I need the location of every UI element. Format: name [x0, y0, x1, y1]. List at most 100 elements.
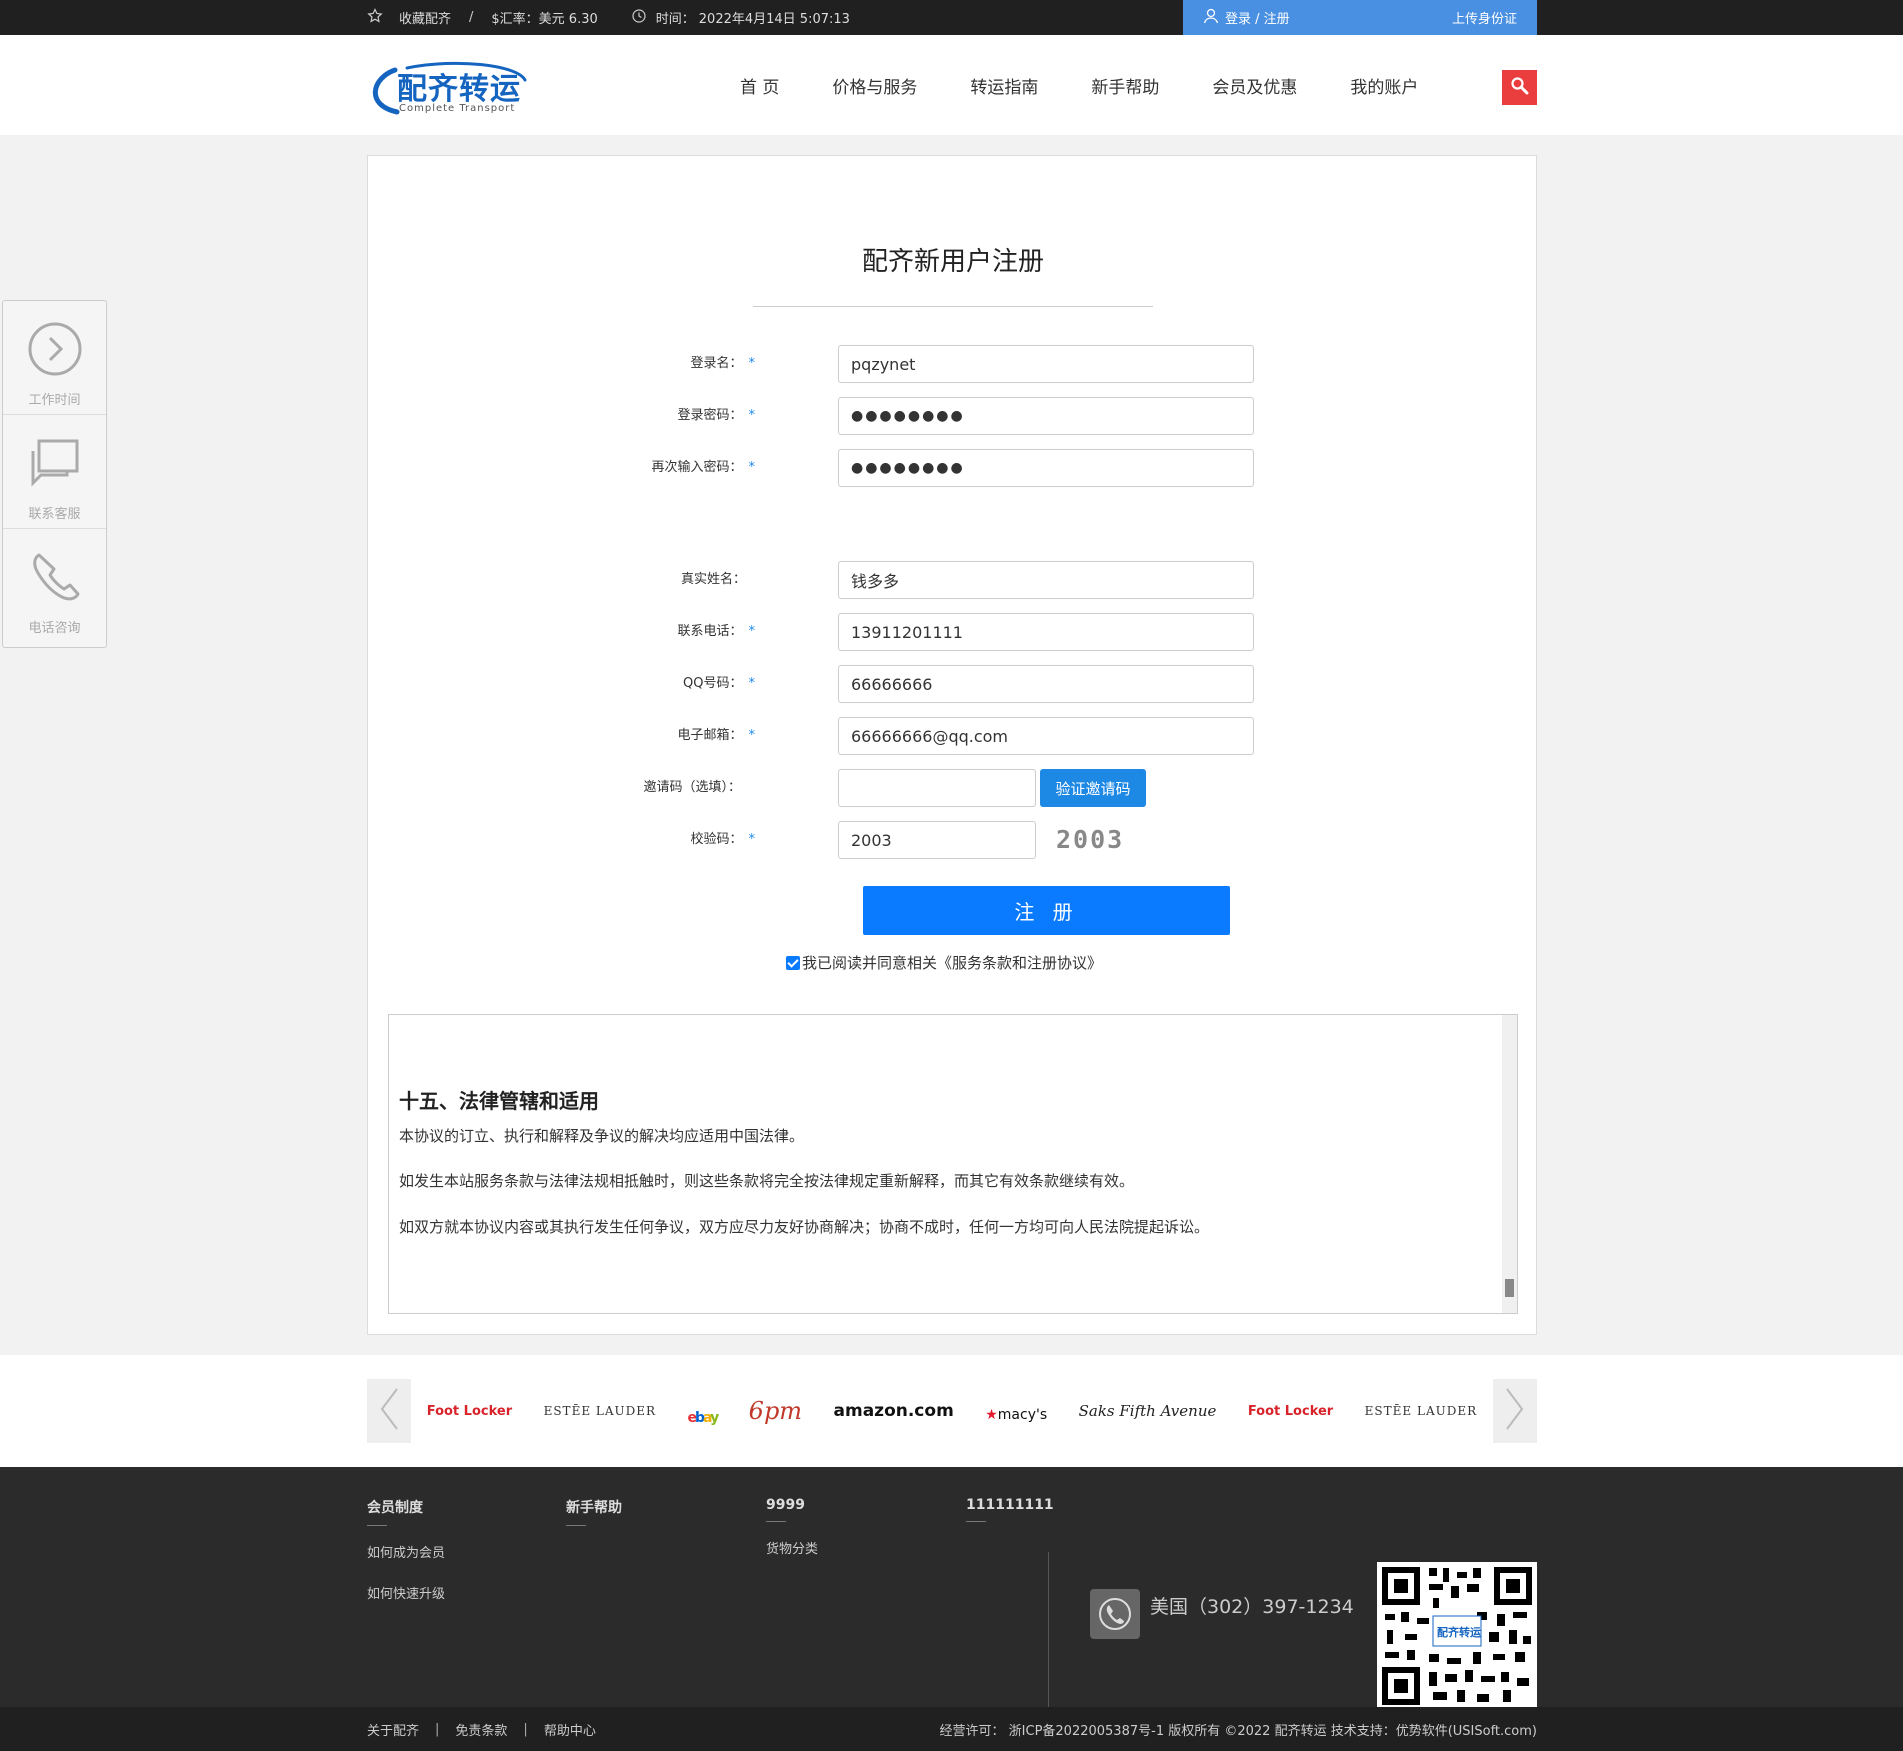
- password-input[interactable]: ●●●●●●●●: [838, 397, 1254, 435]
- email-input[interactable]: 66666666@qq.com: [838, 717, 1254, 755]
- field-label: 真实姓名：: [680, 572, 746, 587]
- captcha-image[interactable]: 2003: [1056, 825, 1124, 854]
- brand-logo[interactable]: Foot Locker: [1248, 1404, 1333, 1419]
- side-float-panel: 工作时间 联系客服 电话咨询: [2, 300, 107, 648]
- field-row-realname: 真实姓名： 钱多多: [368, 561, 1538, 599]
- field-row-username: 登录名： * pqzynet: [368, 345, 1538, 383]
- nav-account[interactable]: 我的账户: [1350, 73, 1418, 98]
- scrollbar-thumb[interactable]: [1505, 1279, 1514, 1297]
- realname-input[interactable]: 钱多多: [838, 561, 1254, 599]
- footer-col: 新手帮助: [566, 1497, 622, 1542]
- brand-carousel: Foot Locker ESTĒE LAUDER ebay 6pm amazon…: [0, 1355, 1903, 1467]
- field-label: 登录密码： *: [677, 408, 755, 423]
- terms-textarea[interactable]: 十五、法律管辖和适用 本协议的订立、执行和解释及争议的解决均应适用中国法律。 如…: [388, 1014, 1518, 1314]
- footer-link-about[interactable]: 关于配齐: [367, 1720, 419, 1739]
- brand-logo[interactable]: amazon.com: [834, 1401, 954, 1421]
- field-row-invite: 邀请码（选填）： 验证邀请码: [368, 769, 1538, 807]
- login-register-link[interactable]: 登录 / 注册: [1203, 8, 1290, 28]
- qr-logo-text: 配齐转运: [1437, 1626, 1481, 1639]
- footer-col: 9999 货物分类: [766, 1497, 818, 1579]
- star-icon[interactable]: [367, 7, 383, 28]
- chevron-left-icon: [379, 1387, 399, 1435]
- register-button[interactable]: 注 册: [863, 886, 1230, 935]
- carousel-next-button[interactable]: [1493, 1379, 1537, 1443]
- footer-link[interactable]: 货物分类: [766, 1538, 818, 1557]
- footer-link[interactable]: 如何快速升级: [367, 1583, 445, 1602]
- side-item-phone[interactable]: 电话咨询: [3, 529, 106, 643]
- terms-paragraph: 如发生本站服务条款与法律法规相抵触时，则这些条款将完全按法律规定重新解释，而其它…: [399, 1172, 1135, 1190]
- agree-checkbox[interactable]: [786, 955, 800, 970]
- page-title: 配齐新用户注册: [861, 247, 1044, 277]
- nav-membership[interactable]: 会员及优惠: [1212, 73, 1297, 98]
- brand-logo[interactable]: ESTĒE LAUDER: [544, 1404, 656, 1418]
- footer-phone: 美国（302）397-1234: [1150, 1596, 1354, 1618]
- brand-logo[interactable]: Foot Locker: [427, 1404, 512, 1419]
- terms-paragraph: 本协议的订立、执行和解释及争议的解决均应适用中国法律。: [399, 1127, 805, 1145]
- footer-link-disclaimer[interactable]: 免责条款: [455, 1720, 507, 1739]
- field-label: QQ号码： *: [683, 676, 755, 691]
- side-item-label: 工作时间: [28, 393, 81, 408]
- time-label: 时间：: [655, 12, 695, 27]
- phone-icon: [27, 549, 83, 605]
- footer-col: 会员制度 如何成为会员 如何快速升级: [367, 1497, 445, 1624]
- nav-pricing[interactable]: 价格与服务: [832, 73, 917, 98]
- brand-logo[interactable]: ★macy's: [985, 1397, 1047, 1425]
- chat-icon: [27, 435, 83, 491]
- username-input[interactable]: pqzynet: [838, 345, 1254, 383]
- footer-col-title: 会员制度: [367, 1500, 423, 1516]
- field-row-password-confirm: 再次输入密码： * ●●●●●●●●: [368, 449, 1538, 487]
- field-label: 再次输入密码： *: [651, 460, 755, 475]
- register-card: 配齐新用户注册 登录名： * pqzynet 登录密码： * ●●●●●●●● 再次…: [367, 155, 1537, 1335]
- agree-terms[interactable]: 我已阅读并同意相关《服务条款和注册协议》: [786, 952, 1102, 973]
- scrollbar[interactable]: [1502, 1015, 1517, 1313]
- separator: /: [469, 10, 474, 25]
- login-label: 登录 / 注册: [1225, 12, 1290, 27]
- carousel-prev-button[interactable]: [367, 1379, 411, 1443]
- account-bar: 登录 / 注册 上传身份证: [1183, 0, 1537, 35]
- footer-col-title: 新手帮助: [566, 1500, 622, 1516]
- brand-logo[interactable]: ESTĒE LAUDER: [1365, 1404, 1477, 1418]
- site-logo[interactable]: 配齐转运 Complete Transport: [367, 60, 532, 120]
- field-row-password: 登录密码： * ●●●●●●●●: [368, 397, 1538, 435]
- side-item-hours[interactable]: 工作时间: [3, 301, 106, 415]
- clock-icon: [632, 8, 646, 27]
- footer-link-help[interactable]: 帮助中心: [544, 1720, 596, 1739]
- captcha-input[interactable]: 2003: [838, 821, 1036, 859]
- footer-col-title: 9999: [766, 1497, 805, 1513]
- field-label: 邀请码（选填）：: [643, 780, 741, 795]
- chevron-right-icon: [1505, 1387, 1525, 1435]
- exchange-rate: $汇率：美元 6.30: [491, 12, 598, 27]
- bottom-bar: 关于配齐 | 免责条款 | 帮助中心 经营许可： 浙ICP备2022005387…: [0, 1707, 1903, 1751]
- user-icon: [1203, 8, 1219, 28]
- logo-subtitle: Complete Transport: [399, 103, 516, 114]
- field-row-email: 电子邮箱： * 66666666@qq.com: [368, 717, 1538, 755]
- nav-home[interactable]: 首 页: [740, 73, 779, 98]
- qq-input[interactable]: 66666666: [838, 665, 1254, 703]
- field-row-captcha: 校验码： * 2003 2003: [368, 821, 1538, 859]
- site-footer: 会员制度 如何成为会员 如何快速升级 新手帮助 9999 货物分类 111111…: [0, 1467, 1903, 1707]
- top-bar: 收藏配齐 / $汇率：美元 6.30 时间： 2022年4月14日 5:07:1…: [0, 0, 1903, 35]
- footer-link[interactable]: 如何成为会员: [367, 1542, 445, 1561]
- brand-logo[interactable]: 6pm: [749, 1397, 802, 1425]
- logo-text: 配齐转运: [397, 72, 521, 107]
- field-label: 校验码： *: [690, 832, 755, 847]
- search-button[interactable]: [1502, 70, 1537, 105]
- agree-label: 我已阅读并同意相关《服务条款和注册协议》: [802, 954, 1103, 972]
- nav-help[interactable]: 新手帮助: [1091, 73, 1159, 98]
- brand-logo[interactable]: Saks Fifth Avenue: [1079, 1402, 1217, 1420]
- password-confirm-input[interactable]: ●●●●●●●●: [838, 449, 1254, 487]
- field-row-qq: QQ号码： * 66666666: [368, 665, 1538, 703]
- side-item-service[interactable]: 联系客服: [3, 415, 106, 529]
- time-value: 2022年4月14日 5:07:13: [698, 12, 850, 27]
- site-header: 配齐转运 Complete Transport 首 页 价格与服务 转运指南 新…: [0, 35, 1903, 135]
- side-item-label: 电话咨询: [28, 621, 81, 636]
- main-nav: 首 页 价格与服务 转运指南 新手帮助 会员及优惠 我的账户: [740, 35, 1471, 135]
- footer-col: 111111111: [966, 1497, 1054, 1538]
- upload-id-link[interactable]: 上传身份证: [1452, 8, 1517, 27]
- invite-code-input[interactable]: [838, 769, 1036, 807]
- favorite-link[interactable]: 收藏配齐: [399, 8, 451, 27]
- phone-input[interactable]: 13911201111: [838, 613, 1254, 651]
- verify-invite-button[interactable]: 验证邀请码: [1040, 769, 1146, 807]
- nav-guide[interactable]: 转运指南: [970, 73, 1038, 98]
- brand-logo[interactable]: ebay: [688, 1391, 720, 1431]
